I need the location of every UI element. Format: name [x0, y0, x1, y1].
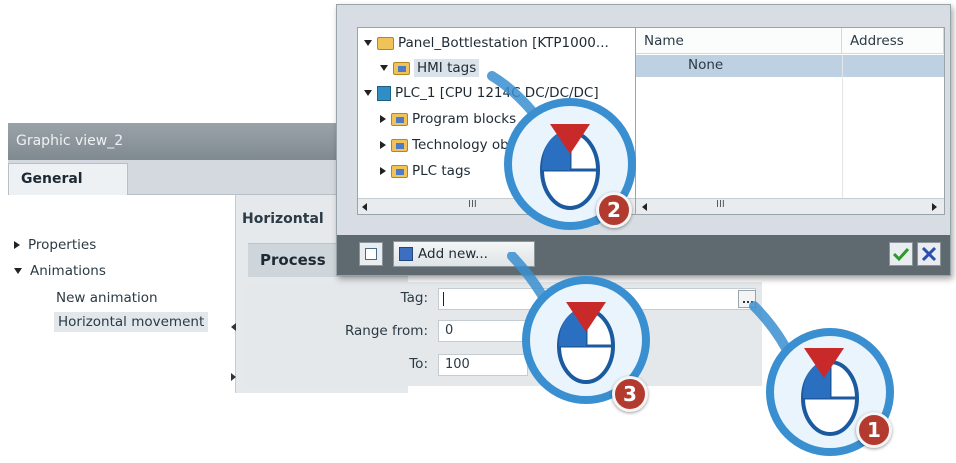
ellipsis-icon [743, 301, 745, 303]
tree-label: Horizontal movement [54, 312, 209, 332]
checkmark-icon [892, 247, 910, 262]
column-header-address[interactable]: Address [842, 28, 944, 54]
column-header-name[interactable]: Name [636, 28, 842, 54]
tree-item-animations[interactable]: Animations [14, 263, 106, 279]
tag-name-cell: None [688, 57, 724, 73]
tree-label: New animation [56, 290, 158, 306]
scroll-left-icon[interactable] [362, 203, 367, 211]
step-badge-2: 2 [596, 192, 632, 228]
tag-folder-icon [393, 61, 410, 75]
tree-item-horizontal-movement[interactable]: Horizontal movement [54, 312, 209, 332]
scroll-right-icon[interactable] [932, 203, 937, 211]
tree-item-properties[interactable]: Properties [14, 237, 96, 253]
screenshot-stage: Graphic view_2 General Properties Animat… [0, 0, 956, 463]
tree-item-hmi-tags[interactable]: HMI tags [380, 59, 480, 77]
section-title: Horizontal [242, 211, 324, 227]
tree-label: Animations [30, 263, 106, 279]
collapse-icon[interactable] [364, 90, 372, 96]
tree-label: Panel_Bottlestation [KTP1000... [398, 35, 609, 51]
range-from-label: Range from: [344, 323, 428, 339]
collapse-icon[interactable] [14, 268, 22, 274]
tag-label: Tag: [400, 290, 428, 306]
tag-folder-icon [391, 164, 408, 178]
table-horizontal-scrollbar[interactable]: III [636, 198, 944, 214]
to-label: To: [409, 356, 428, 372]
tree-item-plc-tags[interactable]: PLC tags [380, 163, 471, 179]
expand-icon[interactable] [380, 167, 386, 175]
text-cursor [443, 292, 444, 306]
scroll-thumb[interactable]: III [468, 199, 477, 210]
plc-device-icon [377, 85, 391, 101]
process-title: Process [260, 251, 326, 269]
hmi-device-icon [377, 36, 394, 50]
tree-label: HMI tags [414, 59, 480, 77]
tab-general[interactable]: General [8, 163, 128, 195]
collapse-icon[interactable] [364, 40, 372, 46]
expand-icon[interactable] [14, 241, 20, 249]
technology-folder-icon [391, 138, 408, 152]
table-row[interactable]: None [636, 55, 944, 77]
expand-icon[interactable] [380, 115, 386, 123]
tree-label: PLC tags [412, 163, 471, 179]
scroll-thumb[interactable]: III [716, 199, 725, 210]
tree-item-new-animation[interactable]: New animation [56, 290, 158, 306]
tree-view-icon [365, 248, 377, 260]
confirm-button[interactable] [889, 242, 913, 266]
properties-tree: Properties Animations New animation Hori… [8, 195, 236, 393]
tag-table: Name Address None III [635, 27, 945, 215]
step-badge-1: 1 [856, 412, 892, 448]
step-badge-3: 3 [612, 376, 648, 412]
show-tree-button[interactable] [359, 242, 383, 266]
program-folder-icon [391, 112, 408, 126]
add-new-label: Add new... [418, 246, 488, 262]
expand-icon[interactable] [380, 141, 386, 149]
add-tag-icon [399, 247, 413, 261]
column-divider [842, 55, 843, 198]
collapse-icon[interactable] [380, 65, 388, 71]
close-icon [921, 246, 937, 262]
cancel-button[interactable] [917, 242, 941, 266]
tree-label: Properties [28, 237, 97, 253]
tree-item-panel[interactable]: Panel_Bottlestation [KTP1000... [364, 35, 609, 51]
